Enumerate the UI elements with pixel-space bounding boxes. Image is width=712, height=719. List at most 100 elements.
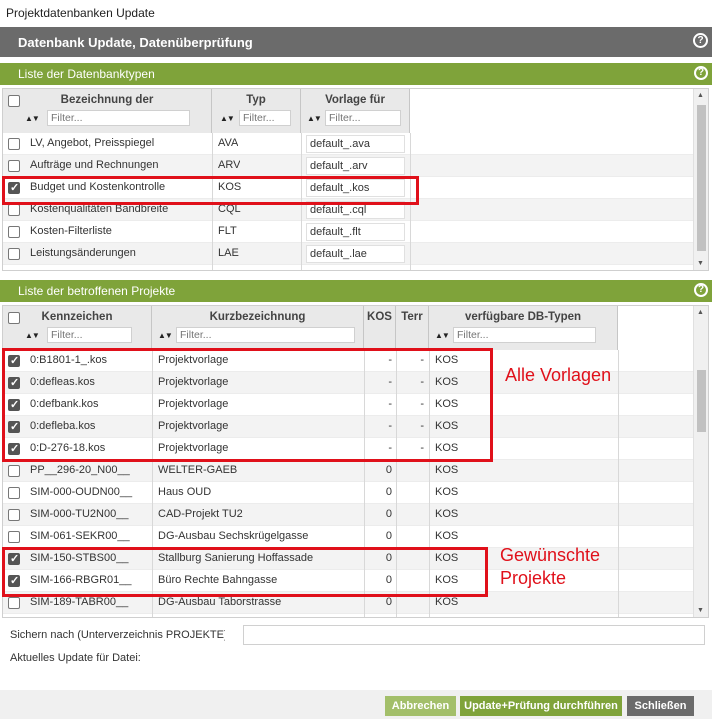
table-row[interactable]: PP__296-20_N00__ WELTER-GAEB 0 KOS xyxy=(3,460,693,482)
current-update-label: Aktuelles Update für Datei: xyxy=(10,652,141,664)
type-name: Kosten-Filterliste xyxy=(30,225,112,237)
project-id: PP__296-20_N00__ xyxy=(30,464,130,476)
scroll-thumb[interactable] xyxy=(697,370,706,432)
annotation-all-templates: Alle Vorlagen xyxy=(505,365,612,385)
section-projects-header: Liste der betroffenen Projekte ? xyxy=(0,280,712,302)
scroll-up-icon[interactable]: ▲ xyxy=(697,92,704,99)
scroll-up-icon[interactable]: ▲ xyxy=(697,309,704,316)
column-header-name: Bezeichnung der ▲▼ xyxy=(3,89,212,133)
project-name: DG-Ausbau Taborstrasse xyxy=(158,596,282,608)
section-title: Liste der betroffenen Projekte xyxy=(18,284,176,298)
filter-input-id[interactable] xyxy=(47,327,132,343)
column-divider xyxy=(618,350,619,617)
type-code: FLT xyxy=(218,225,237,237)
table-row[interactable]: SIM-000-TU2N00__ CAD-Projekt TU2 0 KOS xyxy=(3,504,693,526)
window-title: Projektdatenbanken Update xyxy=(0,0,712,26)
column-title: verfügbare DB-Typen xyxy=(464,311,582,323)
row-checkbox[interactable] xyxy=(8,138,20,150)
row-checkbox[interactable] xyxy=(8,160,20,172)
table-row[interactable]: LV, Angebot, Preisspiegel AVA default_.ava xyxy=(3,133,693,155)
template-field[interactable]: default_.ava xyxy=(306,135,405,153)
highlight-selected-type xyxy=(2,176,419,205)
table-row[interactable]: SIM-000-OUDN00__ Haus OUD 0 KOS xyxy=(3,482,693,504)
column-header-shortname: Kurzbezeichnung ▲▼ xyxy=(152,306,364,350)
column-title: Vorlage für xyxy=(325,94,385,106)
column-title: Terr xyxy=(401,311,423,323)
filter-input-dbtypes[interactable] xyxy=(453,327,596,343)
scrollbar[interactable]: ▲ ▼ xyxy=(693,89,708,270)
db-types-value: KOS xyxy=(435,486,459,498)
type-code: AVA xyxy=(218,137,239,149)
scroll-down-icon[interactable]: ▼ xyxy=(697,607,704,614)
kos-value: 0 xyxy=(385,464,392,476)
template-field[interactable]: default_.flt xyxy=(306,223,405,241)
section-db-types-header: Liste der Datenbanktypen ? xyxy=(0,63,712,85)
column-title: KOS xyxy=(367,311,392,323)
main-header-title: Datenbank Update, Datenüberprüfung xyxy=(18,35,253,50)
db-types-value: KOS xyxy=(435,596,459,608)
highlight-desired-projects xyxy=(2,547,488,597)
save-to-input[interactable] xyxy=(243,625,705,645)
db-types-value: KOS xyxy=(435,508,459,520)
scroll-down-icon[interactable]: ▼ xyxy=(697,260,704,267)
project-id: SIM-000-OUDN00__ xyxy=(30,486,133,498)
column-header-terr: Terr xyxy=(396,306,429,350)
project-id: SIM-061-SEKR00__ xyxy=(30,530,130,542)
type-name: Leistungsänderungen xyxy=(30,247,136,259)
table-row[interactable]: Aufträge und Rechnungen ARV default_.arv xyxy=(3,155,693,177)
type-name: LV, Angebot, Preisspiegel xyxy=(30,137,155,149)
close-button[interactable]: Schließen xyxy=(627,696,694,716)
section-title: Liste der Datenbanktypen xyxy=(18,67,155,81)
kos-value: 0 xyxy=(385,530,392,542)
filter-input-shortname[interactable] xyxy=(176,327,355,343)
project-name: WELTER-GAEB xyxy=(158,464,238,476)
column-title: Bezeichnung der xyxy=(60,94,154,106)
save-to-label: Sichern nach (Unterverzeichnis PROJEKTE) xyxy=(10,629,225,641)
sort-icon[interactable]: ▲▼ xyxy=(307,114,322,123)
column-header-dbtypes: verfügbare DB-Typen ▲▼ xyxy=(429,306,618,350)
filter-input-type[interactable] xyxy=(239,110,291,126)
row-checkbox[interactable] xyxy=(8,531,20,543)
template-field[interactable]: default_.arv xyxy=(306,157,405,175)
run-update-button[interactable]: Update+Prüfung durchführen xyxy=(460,696,622,716)
template-field[interactable]: default_.lae xyxy=(306,245,405,263)
type-code: LAE xyxy=(218,247,239,259)
column-title: Kurzbezeichnung xyxy=(209,311,306,323)
highlight-templates xyxy=(2,348,493,462)
row-checkbox[interactable] xyxy=(8,487,20,499)
sort-icon[interactable]: ▲▼ xyxy=(25,331,40,340)
column-header-type: Typ ▲▼ xyxy=(212,89,301,133)
help-icon[interactable]: ? xyxy=(694,283,708,297)
annotation-desired-line1: Gewünschte xyxy=(500,545,601,565)
row-checkbox[interactable] xyxy=(8,597,20,609)
scroll-thumb[interactable] xyxy=(697,105,706,251)
row-checkbox[interactable] xyxy=(8,248,20,260)
filter-input-name[interactable] xyxy=(47,110,190,126)
project-name: Haus OUD xyxy=(158,486,212,498)
column-title: Kennzeichen xyxy=(41,311,113,323)
kos-value: 0 xyxy=(385,486,392,498)
kos-value: 0 xyxy=(385,508,392,520)
sort-icon[interactable]: ▲▼ xyxy=(435,331,450,340)
sort-icon[interactable]: ▲▼ xyxy=(25,114,40,123)
row-checkbox[interactable] xyxy=(8,465,20,477)
help-icon[interactable]: ? xyxy=(693,33,708,48)
project-name: DG-Ausbau Sechskrügelgasse xyxy=(158,530,309,542)
filter-input-template[interactable] xyxy=(325,110,401,126)
sort-icon[interactable]: ▲▼ xyxy=(158,331,173,340)
table-row[interactable]: Leistungsänderungen LAE default_.lae xyxy=(3,243,693,265)
kos-value: 0 xyxy=(385,596,392,608)
row-checkbox[interactable] xyxy=(8,204,20,216)
row-checkbox[interactable] xyxy=(8,509,20,521)
db-types-value: KOS xyxy=(435,464,459,476)
cancel-button[interactable]: Abbrechen xyxy=(385,696,456,716)
row-checkbox[interactable] xyxy=(8,226,20,238)
table-row[interactable]: Kosten-Filterliste FLT default_.flt xyxy=(3,221,693,243)
sort-icon[interactable]: ▲▼ xyxy=(220,114,235,123)
main-header: Datenbank Update, Datenüberprüfung ? xyxy=(0,27,712,57)
column-header-id: Kennzeichen ▲▼ xyxy=(3,306,152,350)
scrollbar[interactable]: ▲ ▼ xyxy=(693,306,708,617)
help-icon[interactable]: ? xyxy=(694,66,708,80)
annotation-desired-line2: Projekte xyxy=(500,568,567,588)
project-name: CAD-Projekt TU2 xyxy=(158,508,243,520)
